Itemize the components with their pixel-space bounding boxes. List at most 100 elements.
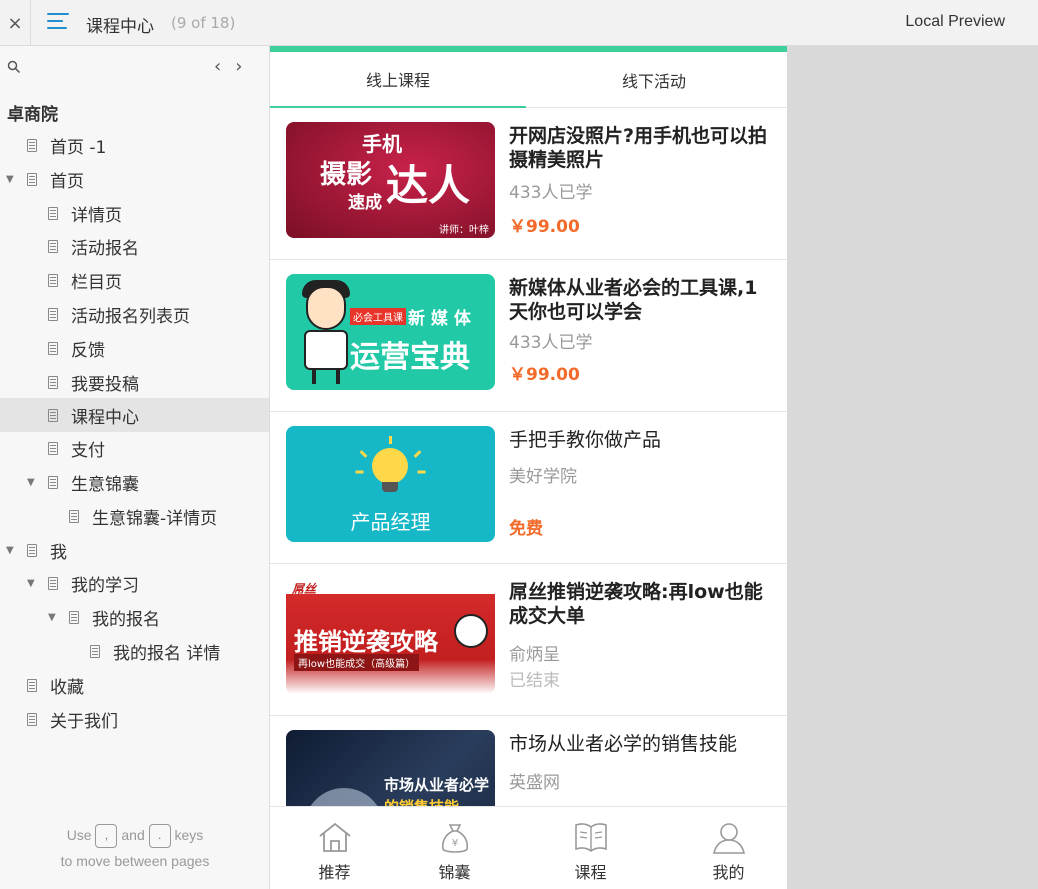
close-icon[interactable]: × [0,0,31,46]
course-price: ￥99.00 [509,217,580,237]
sidebar-item-payment[interactable]: 支付 [0,431,269,465]
course-status: 已结束 [509,671,560,691]
nav-tips[interactable]: ¥ 锦囊 [390,807,519,889]
course-price: 免费 [509,519,543,539]
page-counter: (9 of 18) [171,14,236,32]
money-bag-icon: ¥ [441,824,468,853]
nav-label: 推荐 [318,863,351,882]
sidebar-item-my-learning[interactable]: ▼ 我的学习 [0,566,269,600]
light-ray [359,450,368,458]
page-icon [27,679,37,692]
sidebar-item-me[interactable]: ▼ 我 [0,533,269,567]
course-learners: 433人已学 [509,333,593,353]
sidebar-item-favorites[interactable]: 收藏 [0,668,269,702]
sidebar-item-my-signups[interactable]: ▼ 我的报名 [0,600,269,634]
course-thumbnail[interactable]: 必会工具课 新 媒 体 运营宝典 [286,274,495,390]
nav-label: 课程 [574,863,607,882]
sidebar-root: 卓商院 [7,105,58,125]
thumb-text: 再low也能成交（高级篇） [294,654,420,671]
sidebar-item-detail[interactable]: 详情页 [0,196,269,230]
thumb-text: 推销逆袭攻略 [294,628,438,656]
page-icon [69,510,79,523]
sidebar-item-home[interactable]: ▼ 首页 [0,162,269,196]
book-icon [574,823,607,852]
course-thumbnail[interactable]: 产品经理 [286,426,495,542]
sidebar-item-tips[interactable]: ▼ 生意锦囊 [0,465,269,499]
sidebar-item-course-center[interactable]: 课程中心 [0,398,269,432]
course-item[interactable]: 手机 摄影 达人 速成 讲师：叶梓 开网店没照片?用手机也可以拍摄精美照片 43… [270,108,787,260]
course-item[interactable]: 必会工具课 新 媒 体 运营宝典 新媒体从业者必会的工具课,1天你也可以学会 4… [270,260,787,412]
course-provider: 英盛网 [509,773,560,793]
page-icon [48,308,58,321]
chevron-down-icon[interactable]: ▼ [27,477,35,488]
svg-text:¥: ¥ [451,838,457,849]
thumb-text: 必会工具课 [350,308,406,325]
chevron-down-icon[interactable]: ▼ [6,545,14,556]
page-icon [27,139,37,152]
sidebar-item-about[interactable]: 关于我们 [0,702,269,736]
top-bar: × 课程中心 (9 of 18) Local Preview [0,0,1038,46]
sidebar: ‹› 卓商院 首页 -1 ▼ 首页 详情页 活动报名 栏目页 活动报名列表页 反馈… [0,46,270,889]
page-icon [48,207,58,220]
light-ray [417,470,426,474]
tab-bar: 线上课程 线下活动 [270,52,787,108]
sidebar-item-home-1[interactable]: 首页 -1 [0,128,269,162]
cartoon-legs [312,368,340,384]
course-title[interactable]: 屌丝推销逆袭攻略:再low也能成交大单 [509,580,771,628]
sidebar-item-feedback[interactable]: 反馈 [0,331,269,365]
chevron-down-icon[interactable]: ▼ [48,612,56,623]
course-thumbnail[interactable]: 手机 摄影 达人 速成 讲师：叶梓 [286,122,495,238]
sidebar-item-column[interactable]: 栏目页 [0,263,269,297]
course-item[interactable]: 产品经理 手把手教你做产品 美好学院 免费 [270,412,787,564]
sidebar-item-signup-detail[interactable]: 我的报名 详情 [0,634,269,668]
page-icon [27,713,37,726]
course-price: ￥99.00 [509,365,580,385]
nav-mine[interactable]: 我的 [664,807,787,889]
course-provider: 美好学院 [509,467,577,487]
thumb-text: 速成 [348,193,382,213]
thumb-text: 运营宝典 [350,340,470,375]
cartoon-face [306,286,346,330]
sidebar-item-signup-list[interactable]: 活动报名列表页 [0,297,269,331]
page-icon [48,442,58,455]
course-title[interactable]: 开网店没照片?用手机也可以拍摄精美照片 [509,124,771,172]
cartoon-face [454,614,488,648]
local-preview-label: Local Preview [905,13,1005,30]
course-title[interactable]: 手把手教你做产品 [509,428,771,452]
sidebar-item-event-signup[interactable]: 活动报名 [0,229,269,263]
page-icon [48,274,58,287]
chevron-down-icon[interactable]: ▼ [6,174,14,185]
page-icon [27,544,37,557]
course-title[interactable]: 新媒体从业者必会的工具课,1天你也可以学会 [509,276,771,324]
page-icon [27,173,37,186]
thumb-text: 屌丝 [292,582,317,596]
home-icon [318,822,351,852]
page-icon [48,409,58,422]
menu-icon[interactable] [47,13,69,33]
thumb-text: 产品经理 [350,510,431,534]
course-title[interactable]: 市场从业者必学的销售技能 [509,732,771,756]
nav-label: 我的 [712,863,745,882]
light-ray [389,436,392,444]
thumb-text: 市场从业者必学 [384,776,490,794]
course-item[interactable]: 屌丝 推销逆袭攻略 再low也能成交（高级篇） 屌丝推销逆袭攻略:再low也能成… [270,564,787,716]
course-provider: 俞炳呈 [509,645,560,665]
lightbulb-base [382,482,398,492]
tab-offline-events[interactable]: 线下活动 [526,52,782,108]
cartoon-body [304,330,348,370]
search-icon[interactable] [7,60,21,74]
nav-courses[interactable]: 课程 [526,807,655,889]
next-page-icon[interactable]: › [235,56,256,77]
prev-page-icon[interactable]: ‹ [214,56,235,77]
keyboard-help: Use , and . keys to move between pages [0,822,270,874]
sidebar-item-submit[interactable]: 我要投稿 [0,365,269,399]
page-icon [48,577,58,590]
page-icon [48,240,58,253]
nav-recommend[interactable]: 推荐 [270,807,399,889]
chevron-down-icon[interactable]: ▼ [27,578,35,589]
tab-online-courses[interactable]: 线上课程 [270,52,526,108]
course-thumbnail[interactable]: 屌丝 推销逆袭攻略 再low也能成交（高级篇） [286,578,495,694]
sidebar-item-tips-detail[interactable]: 生意锦囊-详情页 [0,499,269,533]
help-text: to move between pages [60,853,210,870]
thumb-text: 达人 [386,161,471,210]
